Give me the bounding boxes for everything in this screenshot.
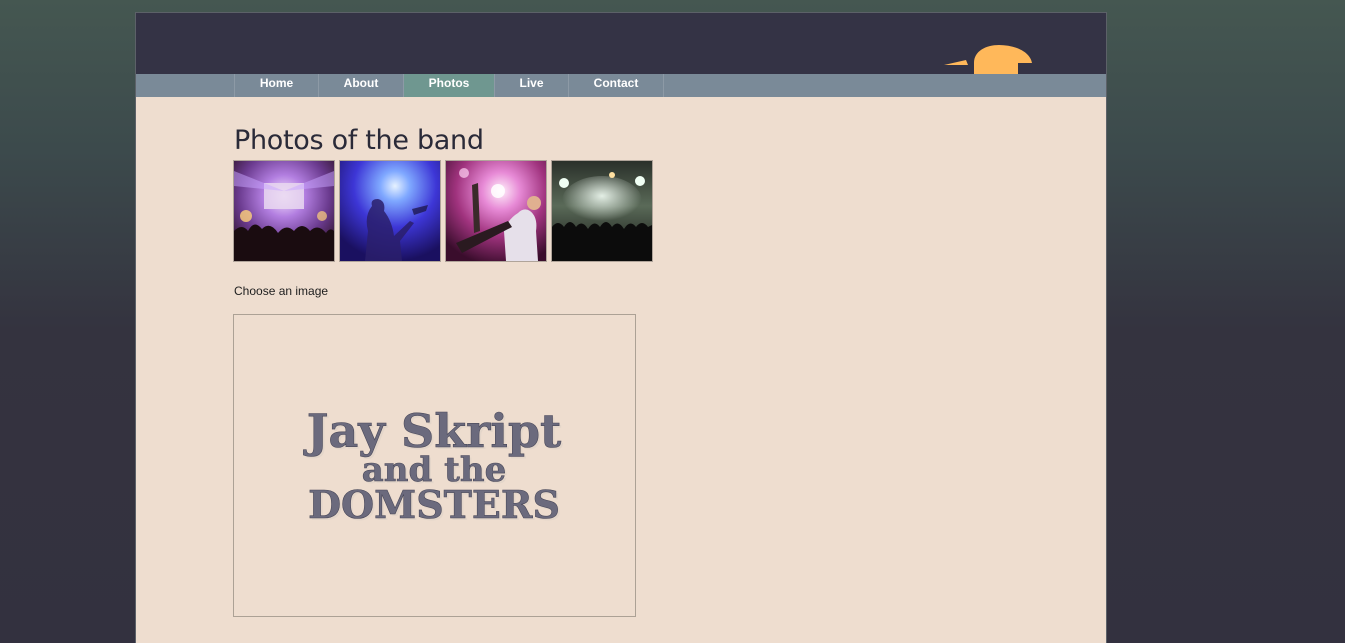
nav-item-photos[interactable]: Photos [404,74,495,97]
crowd-lights-photo-icon [552,161,652,261]
nav-item-live[interactable]: Live [495,74,569,97]
main-nav: Home About Photos Live Contact [136,74,1106,97]
nav-item-home[interactable]: Home [235,74,319,97]
page-container: Home About Photos Live Contact Photos of… [135,12,1107,643]
nav-list: Home About Photos Live Contact [234,74,664,97]
band-name-line3: DOMSTERS [308,482,560,527]
thumbnail-gallery [233,160,653,262]
nav-item-contact[interactable]: Contact [569,74,664,97]
concert-stage-photo-icon [234,161,334,261]
nav-item-about[interactable]: About [319,74,404,97]
thumbnail-crowd-lights[interactable] [551,160,653,262]
guitarist-blue-photo-icon [340,161,440,261]
thumbnail-guitarist-pink[interactable] [445,160,547,262]
guitarist-pink-photo-icon [446,161,546,261]
thumbnail-concert-stage[interactable] [233,160,335,262]
image-caption: Choose an image [234,284,329,298]
sunset-logo-icon [944,45,1032,74]
page-title: Photos of the band [234,125,484,156]
thumbnail-guitarist-blue[interactable] [339,160,441,262]
band-logo-image: Jay Skript and the DOMSTERS Jay Skript a… [302,404,564,529]
site-header [136,13,1106,74]
image-viewer: Jay Skript and the DOMSTERS Jay Skript a… [233,314,636,617]
